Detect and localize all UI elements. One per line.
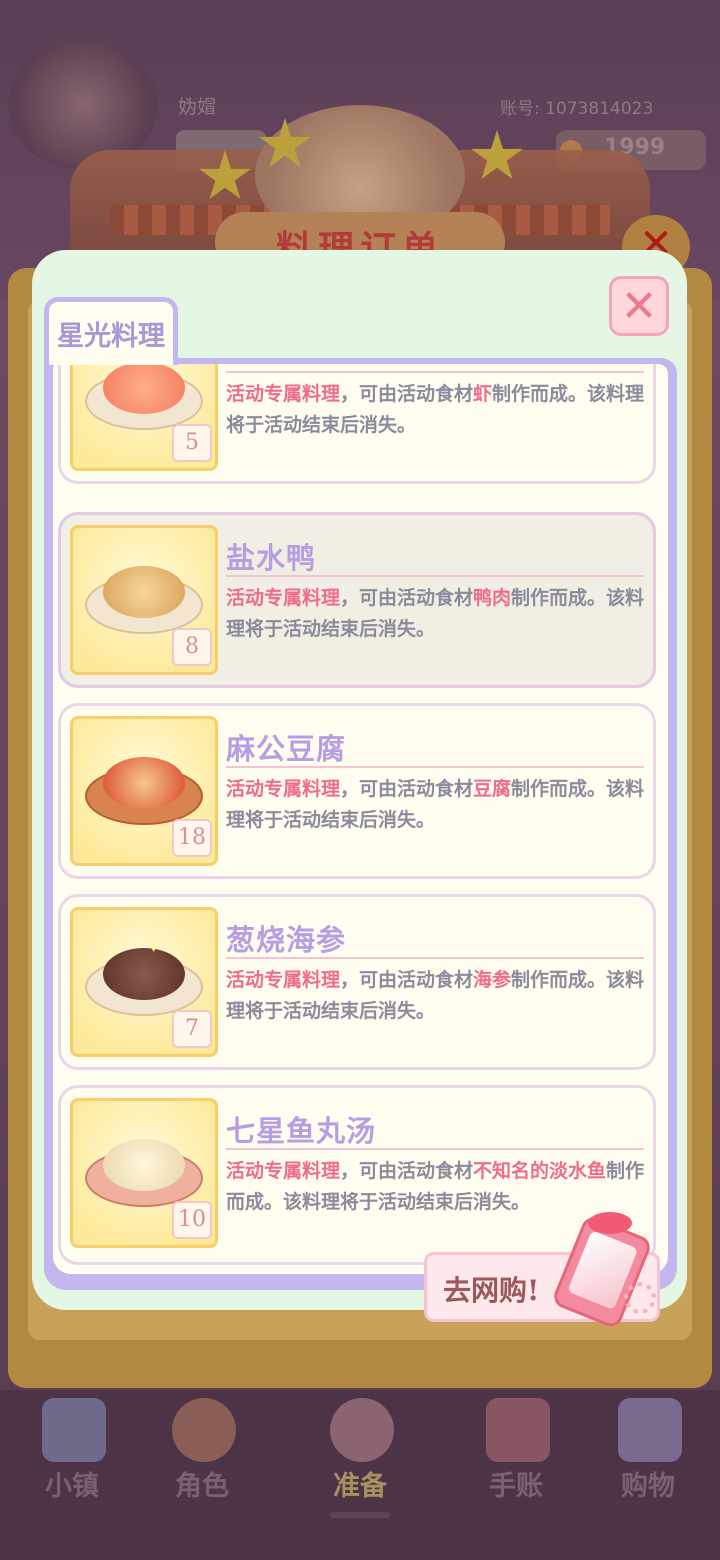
recipe-panel: 5 活动专属料理，可由活动食材虾制作而成。该料理将于活动结束后消失。 ✦ 8 盐…	[44, 358, 677, 1290]
bow-icon	[588, 1212, 632, 1234]
ingredient-name: 不知名的淡水鱼	[473, 1160, 607, 1182]
recipe-name: 七星鱼丸汤	[226, 1114, 377, 1148]
recipe-description: 活动专属料理，可由活动食材虾制作而成。该料理将于活动结束后消失。	[226, 379, 646, 441]
desc-text: ，可由活动食材	[340, 383, 474, 405]
recipe-thumbnail: 10	[70, 1098, 218, 1248]
nav-label: 准备	[333, 1471, 387, 1502]
tab-starlight-cuisine[interactable]: 星光料理	[44, 297, 178, 365]
recipe-name: 麻公豆腐	[226, 732, 347, 766]
nav-town: 小镇	[12, 1390, 132, 1508]
nav-journal: 手账	[456, 1390, 576, 1508]
nav-prepare: 准备	[300, 1390, 420, 1508]
nav-character: 角色	[142, 1390, 262, 1508]
ingredient-name: 豆腐	[473, 778, 512, 800]
close-icon: ✕	[620, 281, 658, 332]
recipe-name: 葱烧海参	[226, 923, 347, 957]
ingredient-name: 虾	[473, 383, 493, 405]
divider	[226, 1148, 644, 1150]
desc-text: ，可由活动食材	[340, 778, 474, 800]
account-id: 账号: 1073814023	[500, 99, 654, 119]
recipe-thumbnail: ✦ 8	[70, 525, 218, 675]
player-name: 妫媢	[178, 96, 217, 118]
recipe-thumbnail: 18	[70, 716, 218, 866]
prepare-icon	[330, 1398, 394, 1462]
divider	[226, 371, 644, 373]
recipe-description: 活动专属料理，可由活动食材海参制作而成。该料理将于活动结束后消失。	[226, 965, 646, 1027]
nav-label: 购物	[621, 1471, 675, 1502]
recipe-thumbnail: ✦ 7	[70, 907, 218, 1057]
recipe-thumbnail: 5	[70, 364, 218, 471]
recipe-card[interactable]: ✦ 8 盐水鸭 活动专属料理，可由活动食材鸭肉制作而成。该料理将于活动结束后消失…	[58, 512, 656, 688]
home-indicator	[330, 1512, 390, 1518]
divider	[226, 766, 644, 768]
sea-cucumber-dish-icon	[103, 948, 185, 1000]
recipe-description: 活动专属料理，可由活动食材鸭肉制作而成。该料理将于活动结束后消失。	[226, 583, 646, 645]
character-icon	[172, 1398, 236, 1462]
recipe-name: 盐水鸭	[226, 541, 317, 575]
ingredient-name: 鸭肉	[473, 587, 512, 609]
recipe-count: 7	[172, 1010, 212, 1048]
tofu-dish-icon	[103, 757, 185, 809]
duck-dish-icon	[103, 566, 185, 618]
nav-label: 角色	[175, 1471, 229, 1502]
recipe-card[interactable]: 5 活动专属料理，可由活动食材虾制作而成。该料理将于活动结束后消失。	[58, 364, 656, 484]
recipe-count: 5	[172, 424, 212, 462]
shop-label: 去网购!	[443, 1274, 540, 1307]
shopping-bag-icon	[618, 1398, 682, 1462]
desc-highlight: 活动专属料理	[226, 969, 341, 991]
shrimp-dish-icon	[103, 364, 185, 414]
recipe-count: 18	[172, 819, 212, 857]
bottom-nav: 小镇 角色 准备 手账 购物	[0, 1390, 720, 1510]
divider	[226, 957, 644, 959]
recipe-description: 活动专属料理，可由活动食材不知名的淡水鱼制作而成。该料理将于活动结束后消失。	[226, 1156, 646, 1218]
recipe-card[interactable]: ✦ 7 葱烧海参 活动专属料理，可由活动食材海参制作而成。该料理将于活动结束后消…	[58, 894, 656, 1070]
tab-label: 星光料理	[57, 321, 165, 352]
sparkle-icon: ✦	[147, 938, 161, 957]
desc-text: ，可由活动食材	[340, 969, 474, 991]
desc-text: ，可由活动食材	[340, 1160, 474, 1182]
desc-highlight: 活动专属料理	[226, 778, 341, 800]
ingredient-name: 海参	[473, 969, 512, 991]
recipe-card[interactable]: 10 七星鱼丸汤 活动专属料理，可由活动食材不知名的淡水鱼制作而成。该料理将于活…	[58, 1085, 656, 1265]
nav-label: 手账	[489, 1471, 543, 1502]
journal-icon	[486, 1398, 550, 1462]
desc-highlight: 活动专属料理	[226, 587, 341, 609]
bead-charm-icon	[624, 1282, 656, 1314]
desc-highlight: 活动专属料理	[226, 1160, 341, 1182]
recipe-list[interactable]: 5 活动专属料理，可由活动食材虾制作而成。该料理将于活动结束后消失。 ✦ 8 盐…	[53, 364, 668, 1274]
nav-shop: 购物	[588, 1390, 708, 1508]
recipe-description: 活动专属料理，可由活动食材豆腐制作而成。该料理将于活动结束后消失。	[226, 774, 646, 836]
recipe-count: 8	[172, 628, 212, 666]
nav-label: 小镇	[45, 1471, 99, 1502]
desc-highlight: 活动专属料理	[226, 383, 341, 405]
divider	[226, 575, 644, 577]
recipe-count: 10	[172, 1201, 212, 1239]
fishball-soup-icon	[103, 1139, 185, 1191]
map-icon	[42, 1398, 106, 1462]
sparkle-icon: ✦	[145, 550, 159, 569]
close-button[interactable]: ✕	[609, 276, 669, 336]
recipe-card[interactable]: 18 麻公豆腐 活动专属料理，可由活动食材豆腐制作而成。该料理将于活动结束后消失…	[58, 703, 656, 879]
desc-text: ，可由活动食材	[340, 587, 474, 609]
